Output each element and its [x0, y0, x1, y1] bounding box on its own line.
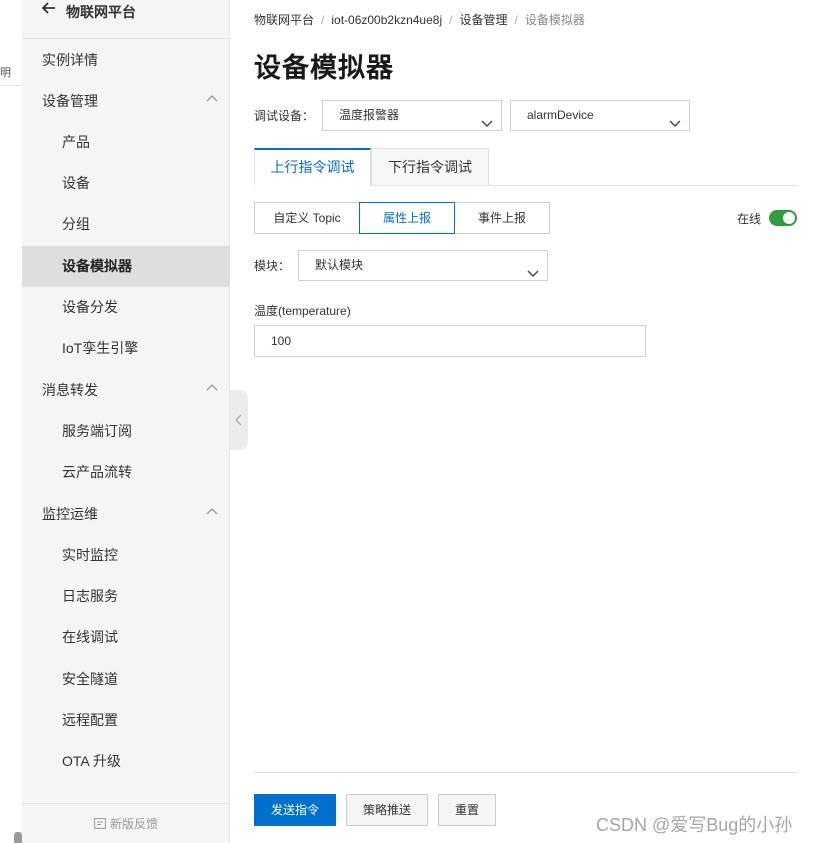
breadcrumb-item[interactable]: 设备管理	[459, 13, 507, 27]
sidebar-item-label: 设备分发	[62, 299, 118, 315]
sidebar-item-devices[interactable]: 设备	[22, 163, 230, 204]
chevron-up-icon	[206, 81, 220, 122]
sidebar-title[interactable]: 物联网平台	[66, 2, 136, 22]
sidebar-item-device-distribution[interactable]: 设备分发	[22, 287, 230, 328]
feedback-label: 新版反馈	[109, 817, 158, 831]
sidebar-item-realtime-monitoring[interactable]: 实时监控	[22, 535, 230, 576]
sidebar-item-label: 设备	[62, 175, 90, 191]
segment-event-report[interactable]: 事件上报	[454, 202, 550, 234]
chevron-up-icon	[206, 370, 220, 411]
breadcrumb-item[interactable]: iot-06z00b2kzn4ue8j	[331, 13, 442, 27]
sidebar-item-iot-twin-engine[interactable]: IoT孪生引擎	[22, 328, 230, 369]
sidebar: 物联网平台 实例详情 设备管理 产品 设备 分组 设备模拟器 设备分发 IoT孪…	[22, 0, 230, 843]
breadcrumb-item[interactable]: 物联网平台	[254, 13, 314, 27]
feedback-link[interactable]: 新版反馈	[22, 803, 230, 843]
sidebar-item-log-service[interactable]: 日志服务	[22, 576, 230, 617]
sidebar-item-groups[interactable]: 分组	[22, 204, 230, 245]
breadcrumb-separator: /	[514, 13, 518, 27]
module-label: 模块：	[254, 259, 291, 273]
product-select[interactable]: 温度报警器	[322, 100, 502, 131]
tab-downlink-debug[interactable]: 下行指令调试	[371, 148, 489, 186]
background-window-edge: 明	[0, 0, 22, 843]
toggle-knob	[783, 212, 795, 224]
sidebar-item-instance-details[interactable]: 实例详情	[22, 40, 230, 81]
sidebar-item-remote-config[interactable]: 远程配置	[22, 700, 230, 741]
tab-uplink-debug[interactable]: 上行指令调试	[254, 148, 371, 186]
chevron-down-icon	[481, 110, 493, 139]
sidebar-group-device-management[interactable]: 设备管理	[22, 81, 230, 122]
segment-custom-topic[interactable]: 自定义 Topic	[254, 202, 360, 234]
module-select[interactable]: 默认模块	[298, 250, 548, 281]
debug-device-label: 调试设备：	[254, 109, 315, 123]
chevron-down-icon	[669, 110, 681, 139]
sidebar-item-label: OTA 升级	[62, 753, 121, 769]
sidebar-header: 物联网平台	[22, 0, 230, 39]
sidebar-item-label: IoT孪生引擎	[62, 340, 139, 356]
sidebar-item-cloud-product-flow[interactable]: 云产品流转	[22, 452, 230, 493]
footer-divider	[254, 772, 797, 773]
feedback-icon	[94, 805, 106, 843]
sidebar-group-message-forwarding[interactable]: 消息转发	[22, 370, 230, 411]
breadcrumb-current: 设备模拟器	[524, 13, 585, 27]
background-text-fragment: 明	[0, 67, 11, 79]
sidebar-item-label: 设备模拟器	[62, 258, 132, 274]
sidebar-item-label: 服务端订阅	[62, 423, 132, 439]
sidebar-item-label: 消息转发	[42, 382, 98, 398]
sidebar-item-label: 在线调试	[62, 629, 118, 645]
sidebar-item-ota-upgrade[interactable]: OTA 升级	[22, 741, 230, 782]
reset-button[interactable]: 重置	[438, 794, 496, 826]
chevron-down-icon	[527, 260, 539, 289]
sidebar-item-label: 分组	[62, 216, 90, 232]
sidebar-item-label: 远程配置	[62, 712, 118, 728]
device-select-value: alarmDevice	[527, 108, 594, 122]
sidebar-item-label: 设备管理	[42, 93, 98, 109]
background-edge-marker	[14, 832, 22, 843]
temperature-input-value: 100	[271, 334, 292, 348]
divider	[0, 85, 22, 86]
page-title: 设备模拟器	[254, 53, 394, 83]
sidebar-group-monitoring-ops[interactable]: 监控运维	[22, 494, 230, 535]
chevron-left-icon	[235, 414, 242, 426]
temperature-input[interactable]: 100	[254, 325, 646, 357]
chevron-up-icon	[206, 494, 220, 535]
sidebar-item-online-debug[interactable]: 在线调试	[22, 617, 230, 658]
sidebar-item-label: 日志服务	[62, 588, 118, 604]
breadcrumb-separator: /	[449, 13, 453, 27]
back-arrow-icon[interactable]	[41, 1, 56, 20]
sidebar-item-products[interactable]: 产品	[22, 122, 230, 163]
temperature-label: 温度(temperature)	[254, 304, 351, 318]
product-select-value: 温度报警器	[339, 108, 400, 122]
sidebar-item-label: 监控运维	[42, 506, 98, 522]
breadcrumb: 物联网平台 / iot-06z00b2kzn4ue8j / 设备管理 / 设备模拟器	[254, 11, 585, 28]
device-select[interactable]: alarmDevice	[510, 100, 690, 131]
sidebar-item-label: 实例详情	[42, 52, 98, 68]
sidebar-item-label: 产品	[62, 134, 90, 150]
app-root: 明 物联网平台 实例详情 设备管理 产品 设备 分组 设备模拟器 设备分发 Io…	[0, 0, 816, 843]
send-command-button[interactable]: 发送指令	[254, 794, 336, 826]
policy-push-button[interactable]: 策略推送	[346, 794, 428, 826]
sidebar-item-device-simulator[interactable]: 设备模拟器	[22, 246, 230, 287]
sidebar-collapse-handle[interactable]	[230, 390, 248, 450]
sidebar-item-label: 安全隧道	[62, 671, 118, 687]
breadcrumb-separator: /	[321, 13, 325, 27]
watermark: CSDN @爱写Bug的小孙	[596, 815, 793, 835]
module-select-value: 默认模块	[315, 258, 364, 272]
sidebar-item-server-subscription[interactable]: 服务端订阅	[22, 411, 230, 452]
online-toggle[interactable]	[769, 210, 797, 226]
sidebar-item-label: 实时监控	[62, 547, 118, 563]
segment-property-report[interactable]: 属性上报	[359, 202, 455, 234]
sidebar-item-label: 云产品流转	[62, 464, 132, 480]
online-status-label: 在线	[737, 212, 762, 226]
sidebar-item-secure-tunnel[interactable]: 安全隧道	[22, 659, 230, 700]
